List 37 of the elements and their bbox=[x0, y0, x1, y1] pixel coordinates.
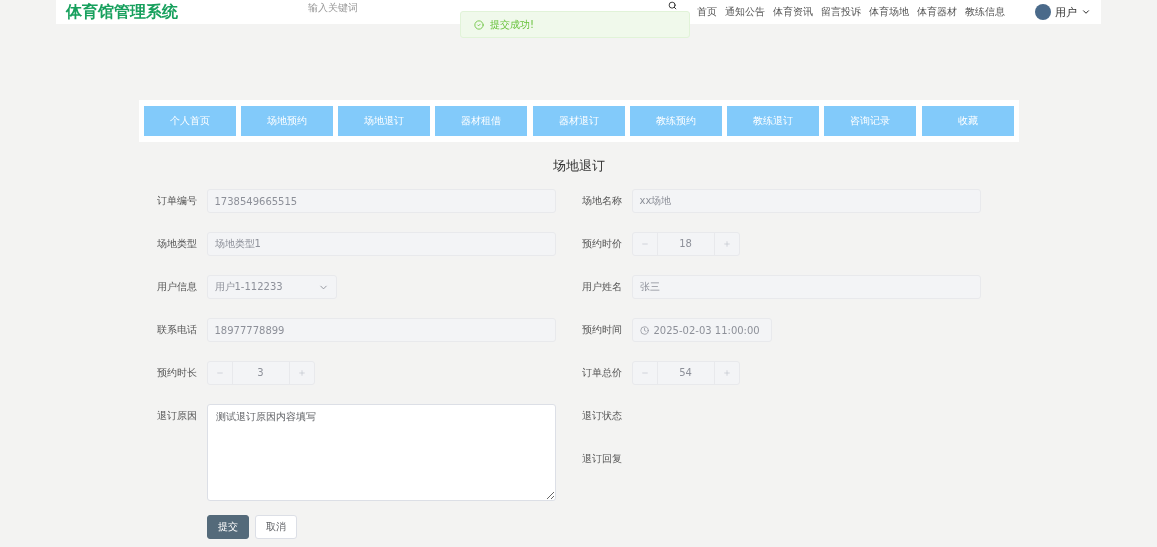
field-label: 退订原因 bbox=[155, 409, 197, 423]
field-label: 场地类型 bbox=[155, 237, 197, 251]
field-label: 场地名称 bbox=[580, 194, 622, 208]
toast-message: 提交成功! bbox=[490, 17, 534, 32]
nav-link[interactable]: 通知公告 bbox=[725, 5, 765, 19]
search-field[interactable]: 输入关键词 bbox=[308, 1, 359, 15]
nav-link[interactable]: 教练信息 bbox=[965, 5, 1005, 19]
field-label: 用户信息 bbox=[155, 280, 197, 294]
reason-textarea[interactable]: 测试退订原因内容填写 bbox=[206, 404, 556, 501]
form-title: 场地退订 bbox=[552, 157, 605, 175]
menu-button[interactable]: 咨询记录 bbox=[824, 106, 917, 136]
menu-button[interactable]: 器材退订 bbox=[532, 106, 625, 136]
nav-link[interactable]: 体育器材 bbox=[917, 5, 957, 19]
field-label: 退订回复 bbox=[580, 452, 622, 466]
menu-button[interactable]: 个人首页 bbox=[143, 106, 236, 136]
user-name[interactable]: 用户 bbox=[1055, 4, 1077, 20]
menu-button[interactable]: 教练退订 bbox=[727, 106, 819, 136]
field-label: 退订状态 bbox=[580, 409, 622, 423]
menu-button[interactable]: 场地预约 bbox=[240, 106, 333, 136]
site-logo: 体育馆管理系统 bbox=[66, 1, 179, 23]
field-label: 预约时长 bbox=[155, 366, 197, 380]
field-label: 订单编号 bbox=[155, 194, 197, 208]
nav-link[interactable]: 体育资讯 bbox=[773, 5, 813, 19]
nav-link[interactable]: 首页 bbox=[697, 5, 717, 19]
submit-button[interactable]: 提交 bbox=[206, 515, 249, 539]
field-label: 用户姓名 bbox=[580, 280, 622, 294]
cancel-button[interactable]: 取消 bbox=[254, 515, 297, 539]
field-label: 预约时价 bbox=[580, 237, 622, 251]
field-label: 联系电话 bbox=[155, 323, 197, 337]
nav-link[interactable]: 体育场地 bbox=[869, 5, 909, 19]
menu-button[interactable]: 收藏 bbox=[921, 106, 1014, 136]
menu-button[interactable]: 场地退订 bbox=[338, 106, 430, 136]
field-label: 订单总价 bbox=[580, 366, 622, 380]
menu-button[interactable]: 教练预约 bbox=[629, 106, 722, 136]
menu-button[interactable]: 器材租借 bbox=[435, 106, 528, 136]
field-label: 预约时间 bbox=[580, 323, 622, 337]
nav-link[interactable]: 留言投诉 bbox=[821, 5, 861, 19]
